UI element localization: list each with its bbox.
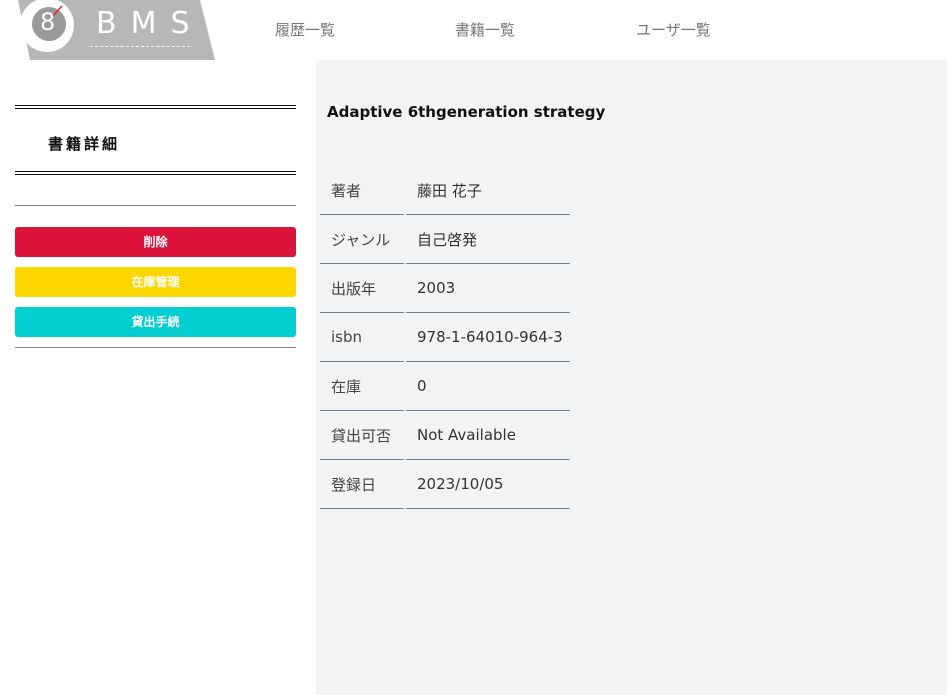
genre-label: ジャンル bbox=[320, 215, 404, 264]
author-label: 著者 bbox=[320, 166, 404, 215]
stock-label: 在庫 bbox=[320, 362, 404, 411]
availability-label: 貸出可否 bbox=[320, 411, 404, 460]
table-row: 貸出可否 Not Available bbox=[320, 411, 570, 460]
registered-date-value: 2023/10/05 bbox=[406, 460, 570, 509]
main-nav: 履歴一覧 書籍一覧 ユーザ一覧 bbox=[0, 0, 947, 60]
table-row: 出版年 2003 bbox=[320, 264, 570, 313]
book-title: Adaptive 6thgeneration strategy bbox=[327, 103, 606, 121]
isbn-label: isbn bbox=[320, 313, 404, 362]
availability-value: Not Available bbox=[406, 411, 570, 460]
stock-management-button[interactable]: 在庫管理 bbox=[15, 267, 296, 297]
table-row: isbn 978-1-64010-964-3 bbox=[320, 313, 570, 362]
author-value: 藤田 花子 bbox=[406, 166, 570, 215]
publish-year-value: 2003 bbox=[406, 264, 570, 313]
table-row: 著者 藤田 花子 bbox=[320, 166, 570, 215]
nav-history-list[interactable]: 履歴一覧 bbox=[275, 19, 335, 40]
nav-user-list[interactable]: ユーザ一覧 bbox=[636, 19, 711, 40]
table-row: 登録日 2023/10/05 bbox=[320, 460, 570, 509]
loan-procedure-button[interactable]: 貸出手続 bbox=[15, 307, 296, 337]
table-row: 在庫 0 bbox=[320, 362, 570, 411]
isbn-value: 978-1-64010-964-3 bbox=[406, 313, 570, 362]
main-content: Adaptive 6thgeneration strategy 著者 藤田 花子… bbox=[316, 60, 947, 695]
sidebar-title: 書籍詳細 bbox=[48, 135, 121, 153]
delete-button[interactable]: 削除 bbox=[15, 227, 296, 257]
registered-date-label: 登録日 bbox=[320, 460, 404, 509]
book-detail-table: 著者 藤田 花子 ジャンル 自己啓発 出版年 2003 isbn 978-1-6… bbox=[318, 166, 572, 509]
genre-value: 自己啓発 bbox=[406, 215, 570, 264]
table-row: ジャンル 自己啓発 bbox=[320, 215, 570, 264]
sidebar-divider-top bbox=[15, 205, 296, 206]
header: 8 BMS 履歴一覧 書籍一覧 ユーザ一覧 bbox=[0, 0, 947, 60]
sidebar-divider-bottom bbox=[15, 347, 296, 348]
stock-value: 0 bbox=[406, 362, 570, 411]
sidebar-title-block: 書籍詳細 bbox=[15, 105, 296, 175]
publish-year-label: 出版年 bbox=[320, 264, 404, 313]
nav-book-list[interactable]: 書籍一覧 bbox=[455, 19, 515, 40]
